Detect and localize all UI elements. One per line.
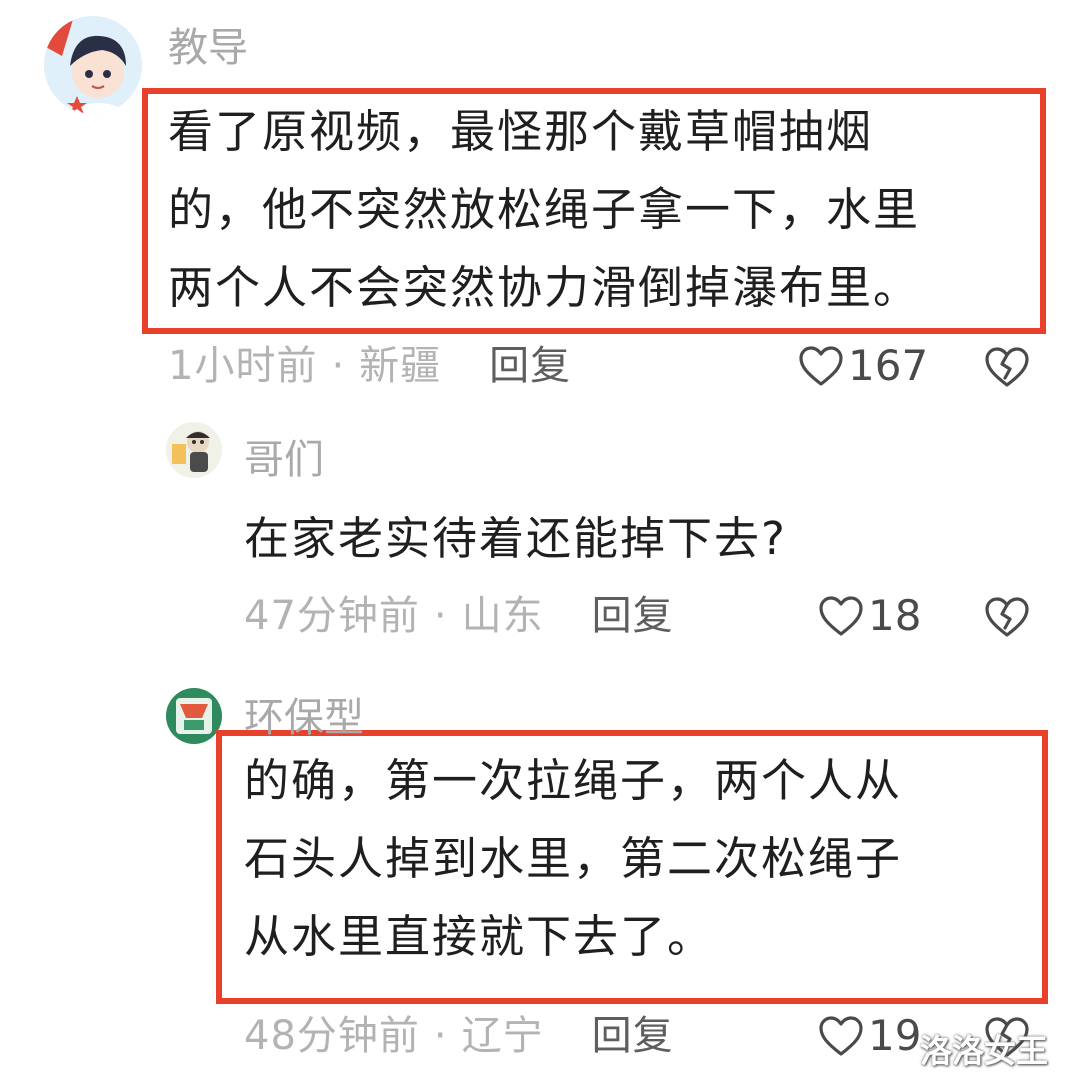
comment-text: 看了原视频，最怪那个戴草帽抽烟 的，他不突然放松绳子拿一下，水里 两个人不会突然… [168, 105, 921, 314]
username[interactable]: 哥们 [244, 432, 324, 488]
username[interactable]: 教导 [168, 20, 248, 76]
comment-location: 新疆 [359, 343, 442, 389]
username[interactable]: 环保型 [244, 690, 364, 746]
like-button[interactable]: 167 [798, 338, 928, 394]
reply-button[interactable]: 回复 [592, 1013, 674, 1059]
heart-icon [819, 596, 863, 636]
avatar[interactable] [44, 16, 142, 114]
reply-button[interactable]: 回复 [489, 343, 571, 389]
dislike-button[interactable] [984, 344, 1030, 390]
comment-text: 的确，第一次拉绳子，两个人从 石头人掉到水里，第二次松绳子 从水里直接就下去了。 [244, 754, 903, 963]
meta-separator: · [433, 1013, 448, 1059]
broken-heart-icon [985, 597, 1029, 637]
avatar[interactable] [166, 688, 222, 744]
like-count: 19 [868, 1011, 922, 1060]
figurine-avatar-icon [166, 422, 222, 478]
like-button[interactable]: 18 [818, 588, 921, 644]
reply-button[interactable]: 回复 [592, 593, 674, 639]
comment-list: 教导 看了原视频，最怪那个戴草帽抽烟 的，他不突然放松绳子拿一下，水里 两个人不… [0, 0, 1080, 1089]
like-button[interactable]: 19 [818, 1008, 921, 1064]
avatar[interactable] [166, 422, 222, 478]
comment-time: 47分钟前 [244, 593, 420, 639]
watermark: 洛洛女王 [920, 1032, 1049, 1070]
broken-heart-icon [985, 347, 1029, 387]
like-count: 18 [868, 591, 922, 640]
comment-location: 山东 [461, 593, 544, 639]
meta-separator: · [433, 593, 448, 639]
comment-meta: 1小时前 · 新疆 回复 [168, 338, 571, 394]
cartoon-child-avatar-icon [44, 16, 142, 114]
meta-separator: · [331, 343, 346, 389]
comment-meta: 48分钟前 · 辽宁 回复 [244, 1008, 674, 1064]
comment-location: 辽宁 [461, 1013, 544, 1059]
heart-icon [799, 346, 843, 386]
comment-text: 在家老实待着还能掉下去? [244, 512, 787, 565]
comment-time: 1小时前 [168, 343, 318, 389]
heart-icon [819, 1016, 863, 1056]
dislike-button[interactable] [984, 594, 1030, 640]
comment-meta: 47分钟前 · 山东 回复 [244, 588, 674, 644]
green-logo-avatar-icon [166, 688, 222, 744]
comment-time: 48分钟前 [244, 1013, 420, 1059]
like-count: 167 [848, 341, 929, 390]
